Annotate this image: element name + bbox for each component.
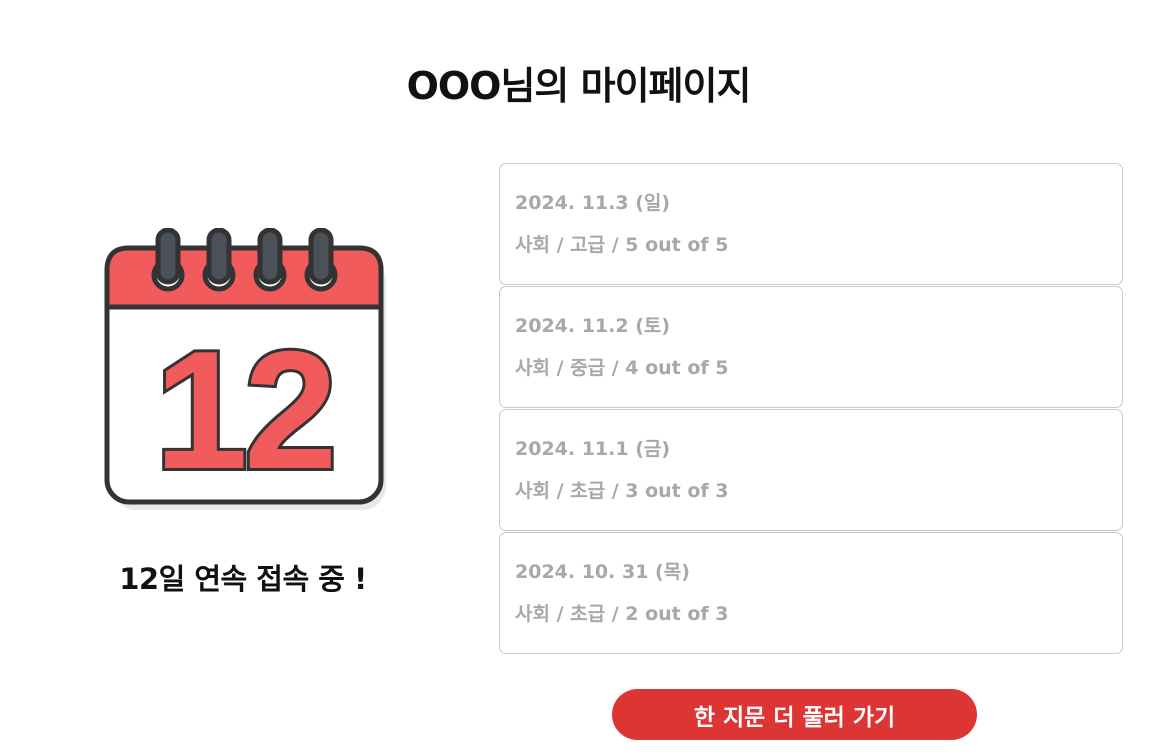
- history-date: 2024. 11.3 (일): [515, 192, 671, 214]
- history-card[interactable]: 2024. 11.1 (금) 사회 / 초급 / 3 out of 3: [499, 409, 1123, 531]
- solve-more-button[interactable]: 한 지문 더 풀러 가기: [612, 689, 977, 740]
- history-detail: 사회 / 중급 / 4 out of 5: [515, 357, 729, 379]
- history-date: 2024. 11.1 (금): [515, 438, 671, 460]
- page-title: OOO님의 마이페이지: [406, 64, 752, 108]
- history-card[interactable]: 2024. 11.3 (일) 사회 / 고급 / 5 out of 5: [499, 163, 1123, 285]
- history-card[interactable]: 2024. 11.2 (토) 사회 / 중급 / 4 out of 5: [499, 286, 1123, 408]
- streak-text: 12일 연속 접속 중 !: [119, 562, 367, 596]
- history-detail: 사회 / 고급 / 5 out of 5: [515, 234, 729, 256]
- history-card[interactable]: 2024. 10. 31 (목) 사회 / 초급 / 2 out of 3: [499, 532, 1123, 654]
- calendar-icon: 12: [104, 227, 388, 512]
- history-list: 2024. 11.3 (일) 사회 / 고급 / 5 out of 5 2024…: [499, 163, 1123, 654]
- mypage: OOO님의 마이페이지 12 12일 연속 접속 중 ! 2024. 11.3: [0, 0, 1167, 756]
- history-date: 2024. 10. 31 (목): [515, 561, 690, 583]
- history-detail: 사회 / 초급 / 3 out of 3: [515, 480, 729, 502]
- calendar-day-number: 12: [155, 316, 334, 504]
- history-date: 2024. 11.2 (토): [515, 315, 671, 337]
- history-detail: 사회 / 초급 / 2 out of 3: [515, 603, 729, 625]
